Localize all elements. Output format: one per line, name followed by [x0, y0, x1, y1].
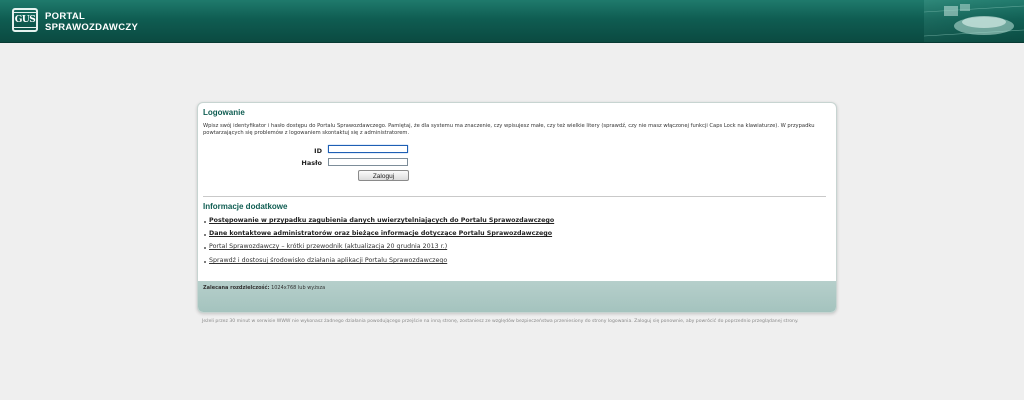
decorative-header-graphic	[924, 0, 1024, 42]
portal-title-line2: SPRAWOZDAWCZY	[45, 22, 139, 33]
link-check-environment[interactable]: Sprawdź i dostosuj środowisko działania …	[209, 257, 447, 264]
bullet-icon	[204, 247, 206, 249]
logo-text: GUS	[11, 12, 39, 28]
portal-title-line1: PORTAL	[45, 11, 86, 22]
resolution-value: 1024x768 lub wyższa	[269, 285, 326, 291]
gus-logo[interactable]: GUS	[11, 8, 39, 32]
session-timeout-note: Jeżeli przez 30 minut w serwisie WWW nie…	[202, 319, 799, 324]
password-input[interactable]	[328, 158, 408, 166]
id-input[interactable]	[328, 145, 408, 153]
bullet-icon	[204, 261, 206, 263]
app-header: GUS PORTAL SPRAWOZDAWCZY	[0, 0, 1024, 43]
link-quick-guide[interactable]: Portal Sprawozdawczy – krótki przewodnik…	[209, 243, 447, 250]
login-button[interactable]: Zaloguj	[358, 170, 409, 181]
info-title: Informacje dodatkowe	[203, 202, 288, 211]
bullet-icon	[204, 234, 206, 236]
link-admin-contacts[interactable]: Dane kontaktowe administratorów oraz bie…	[209, 230, 552, 237]
panel-footer: Zalecana rozdzielczość: 1024x768 lub wyż…	[198, 281, 836, 312]
login-instructions: Wpisz swój identyfikator i hasło dostępu…	[203, 123, 815, 136]
id-label: ID	[314, 147, 322, 155]
resolution-note: Zalecana rozdzielczość: 1024x768 lub wyż…	[203, 285, 325, 291]
portal-title: PORTAL SPRAWOZDAWCZY	[45, 11, 138, 33]
bullet-icon	[204, 221, 206, 223]
link-lost-credentials[interactable]: Postępowanie w przypadku zagubienia dany…	[209, 217, 554, 224]
password-label: Hasło	[301, 159, 322, 167]
resolution-label: Zalecana rozdzielczość:	[203, 285, 270, 291]
section-divider	[203, 196, 826, 197]
login-panel: Logowanie Wpisz swój identyfikator i has…	[197, 102, 837, 313]
login-title: Logowanie	[203, 108, 245, 117]
